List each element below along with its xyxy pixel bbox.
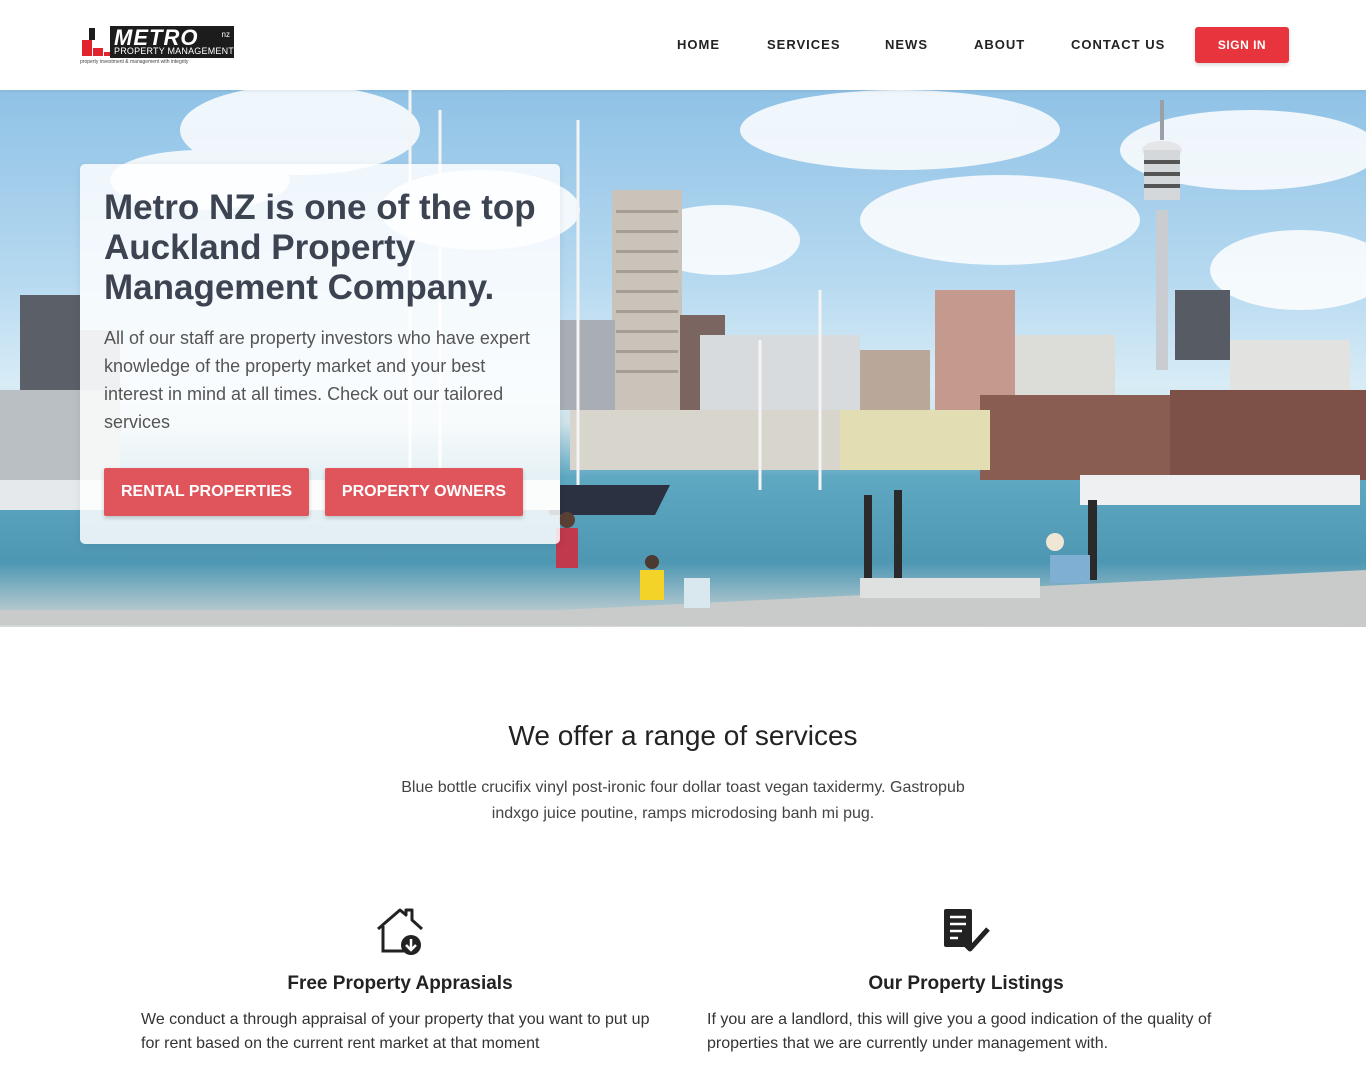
service-text: If you are a landlord, this will give yo… (707, 1011, 1212, 1052)
service-title: Our Property Listings (868, 973, 1064, 994)
hero-card: Metro NZ is one of the top Auckland Prop… (80, 164, 560, 544)
rental-properties-button[interactable]: RENTAL PROPERTIES (104, 468, 309, 516)
logo-blocks-icon (80, 26, 112, 56)
service-text: We conduct a through appraisal of your p… (141, 1011, 650, 1052)
logo-wordmark: METRO nz PROPERTY MANAGEMENT (110, 25, 234, 58)
property-owners-button[interactable]: PROPERTY OWNERS (325, 468, 523, 516)
site-header: METRO nz PROPERTY MANAGEMENT property in… (0, 0, 1366, 90)
hero-text: All of our staff are property investors … (104, 328, 530, 432)
nav-home[interactable]: HOME (677, 37, 720, 52)
services-subtitle: Blue bottle crucifix vinyl post-ironic f… (401, 779, 965, 822)
service-title: Free Property Apprasials (287, 973, 513, 994)
sign-in-button[interactable]: SIGN IN (1195, 27, 1289, 63)
metro-logo[interactable]: METRO nz PROPERTY MANAGEMENT property in… (80, 24, 240, 68)
logo-nz: nz (221, 30, 230, 39)
checklist-icon (944, 909, 990, 952)
logo-tagline: property investment & management with in… (80, 59, 189, 65)
hero-section: Metro NZ is one of the top Auckland Prop… (0, 90, 1366, 627)
logo-subtitle: PROPERTY MANAGEMENT (114, 46, 234, 56)
nav-about[interactable]: ABOUT (974, 37, 1025, 52)
services-title: We offer a range of services (508, 720, 858, 751)
house-download-icon (377, 908, 424, 955)
nav-contact-us[interactable]: CONTACT US (1071, 37, 1165, 52)
nav-news[interactable]: NEWS (885, 37, 928, 52)
hero-title: Metro NZ is one of the top Auckland Prop… (104, 188, 536, 307)
nav-services[interactable]: SERVICES (767, 37, 841, 52)
